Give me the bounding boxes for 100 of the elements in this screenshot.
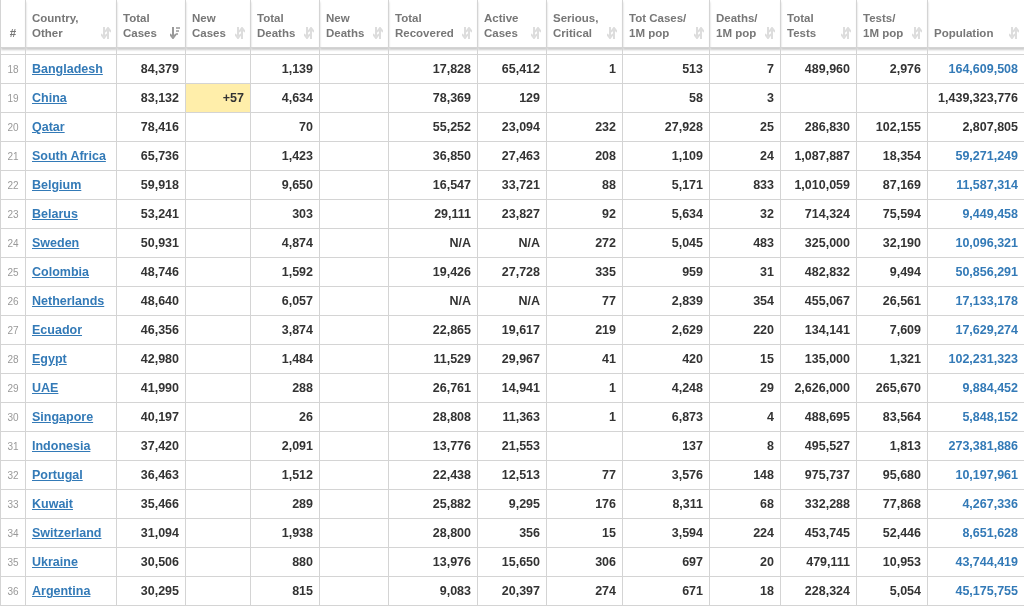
table-cell: 78,416 bbox=[116, 112, 186, 142]
table-cell: 8,311 bbox=[622, 489, 710, 519]
table-cell: 1 bbox=[546, 373, 623, 403]
table-cell: 265,670 bbox=[856, 373, 928, 403]
population-link[interactable]: 9,884,452 bbox=[962, 381, 1018, 395]
table-cell: N/A bbox=[388, 286, 478, 316]
population-link[interactable]: 4,267,336 bbox=[962, 497, 1018, 511]
column-header[interactable]: Total Tests bbox=[780, 0, 857, 48]
population-link[interactable]: 59,271,249 bbox=[955, 149, 1018, 163]
table-cell: 87,169 bbox=[856, 170, 928, 200]
table-cell: 697 bbox=[622, 547, 710, 577]
table-cell: 26,561 bbox=[856, 286, 928, 316]
row-number: 34 bbox=[0, 518, 26, 548]
table-cell: 1,087,887 bbox=[780, 141, 857, 171]
population-link[interactable]: 43,744,419 bbox=[955, 555, 1018, 569]
table-cell: 27,463 bbox=[477, 141, 547, 171]
table-cell: 26,761 bbox=[388, 373, 478, 403]
column-header[interactable]: Total Deaths bbox=[250, 0, 320, 48]
table-cell: 1 bbox=[546, 54, 623, 84]
table-cell: 17,828 bbox=[388, 54, 478, 84]
table-cell: 10,953 bbox=[856, 547, 928, 577]
country-link[interactable]: China bbox=[32, 91, 67, 105]
column-header[interactable]: Country, Other bbox=[25, 0, 117, 48]
table-cell: 48,746 bbox=[116, 257, 186, 287]
table-cell: 23,827 bbox=[477, 199, 547, 229]
table-cell: 483 bbox=[709, 228, 781, 258]
column-header[interactable]: Tests/ 1M pop bbox=[856, 0, 928, 48]
table-cell: 31,094 bbox=[116, 518, 186, 548]
table-cell: 48,640 bbox=[116, 286, 186, 316]
table-cell: 7,609 bbox=[856, 315, 928, 345]
country-link[interactable]: Egypt bbox=[32, 352, 67, 366]
column-header[interactable]: Tot Cases/ 1M pop bbox=[622, 0, 710, 48]
row-number: 33 bbox=[0, 489, 26, 519]
population-link[interactable]: 102,231,323 bbox=[948, 352, 1018, 366]
table-cell: 92 bbox=[546, 199, 623, 229]
column-header[interactable]: Total Recovered bbox=[388, 0, 478, 48]
table-cell: 420 bbox=[622, 344, 710, 374]
table-cell: 224 bbox=[709, 518, 781, 548]
table-cell: 84,379 bbox=[116, 54, 186, 84]
population-link[interactable]: 11,587,314 bbox=[956, 178, 1018, 192]
table-cell: 1,592 bbox=[250, 257, 320, 287]
table-cell: 272 bbox=[546, 228, 623, 258]
table-cell: 65,736 bbox=[116, 141, 186, 171]
table-cell: 6,057 bbox=[250, 286, 320, 316]
table-cell: 129 bbox=[477, 83, 547, 113]
table-cell: 75,594 bbox=[856, 199, 928, 229]
table-cell: 29 bbox=[709, 373, 781, 403]
population-link[interactable]: 8,651,628 bbox=[962, 526, 1018, 540]
population-link[interactable]: 10,096,321 bbox=[955, 236, 1018, 250]
country-link[interactable]: Qatar bbox=[32, 120, 65, 134]
population-link[interactable]: 273,381,886 bbox=[948, 439, 1018, 453]
column-header[interactable]: New Cases bbox=[185, 0, 251, 48]
table-cell: 32 bbox=[709, 199, 781, 229]
table-cell: 489,960 bbox=[780, 54, 857, 84]
table-cell: 1,423 bbox=[250, 141, 320, 171]
column-header[interactable]: Serious, Critical bbox=[546, 0, 623, 48]
table-cell: 59,918 bbox=[116, 170, 186, 200]
table-cell: 52,446 bbox=[856, 518, 928, 548]
table-cell: 228,324 bbox=[780, 576, 857, 606]
column-header[interactable]: Active Cases bbox=[477, 0, 547, 48]
table-cell: 2,629 bbox=[622, 315, 710, 345]
row-number: 23 bbox=[0, 199, 26, 229]
table-cell: 20,397 bbox=[477, 576, 547, 606]
table-cell: 1 bbox=[546, 402, 623, 432]
row-number: 19 bbox=[0, 83, 26, 113]
column-header[interactable]: Deaths/ 1M pop bbox=[709, 0, 781, 48]
row-number: 36 bbox=[0, 576, 26, 606]
table-cell: 274 bbox=[546, 576, 623, 606]
table-cell: 33,721 bbox=[477, 170, 547, 200]
population-link[interactable]: 10,197,961 bbox=[955, 468, 1018, 482]
table-cell: 78,369 bbox=[388, 83, 478, 113]
table-cell: 30,506 bbox=[116, 547, 186, 577]
population-link[interactable]: 17,629,274 bbox=[955, 323, 1018, 337]
row-number: 25 bbox=[0, 257, 26, 287]
population-link[interactable]: 9,449,458 bbox=[962, 207, 1018, 221]
column-header[interactable]: Total Cases bbox=[116, 0, 186, 48]
table-cell: 959 bbox=[622, 257, 710, 287]
table-cell: 9,650 bbox=[250, 170, 320, 200]
population-link[interactable]: 5,848,152 bbox=[962, 410, 1018, 424]
table-cell: 12,513 bbox=[477, 460, 547, 490]
table-cell: 1,512 bbox=[250, 460, 320, 490]
table-cell: 495,527 bbox=[780, 431, 857, 461]
population-link[interactable]: 164,609,508 bbox=[948, 62, 1018, 76]
table-cell: 29,967 bbox=[477, 344, 547, 374]
table-cell: 77 bbox=[546, 460, 623, 490]
table-cell: 3,576 bbox=[622, 460, 710, 490]
table-cell: N/A bbox=[388, 228, 478, 258]
population-link[interactable]: 17,133,178 bbox=[955, 294, 1018, 308]
table-cell: 5,045 bbox=[622, 228, 710, 258]
table-cell: 11,363 bbox=[477, 402, 547, 432]
table-cell: 4,634 bbox=[250, 83, 320, 113]
country-link[interactable]: UAE bbox=[32, 381, 59, 395]
table-cell: 208 bbox=[546, 141, 623, 171]
table-cell: N/A bbox=[477, 286, 547, 316]
column-header[interactable]: New Deaths bbox=[319, 0, 389, 48]
population-link[interactable]: 45,175,755 bbox=[955, 584, 1018, 598]
population-link[interactable]: 50,856,291 bbox=[955, 265, 1018, 279]
table-cell: 1,109 bbox=[622, 141, 710, 171]
table-cell: 3,594 bbox=[622, 518, 710, 548]
table-cell: 4,248 bbox=[622, 373, 710, 403]
